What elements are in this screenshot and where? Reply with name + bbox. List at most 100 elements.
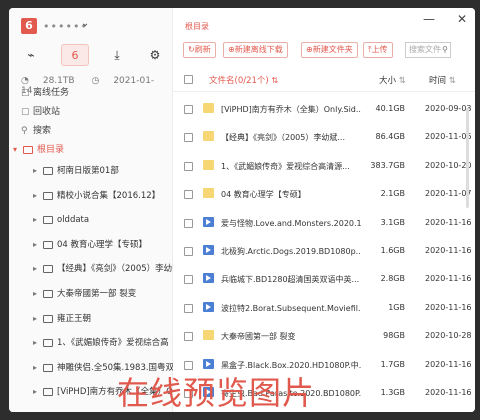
plus-icon: ⊕: [306, 45, 313, 54]
search-icon[interactable]: ⚲: [442, 43, 448, 57]
chevron-right-icon[interactable]: ▸: [33, 208, 37, 233]
folder-icon: [43, 363, 53, 372]
refresh-icon: ↻: [188, 45, 195, 54]
app-logo: 6: [21, 18, 37, 34]
scrollbar[interactable]: [466, 108, 469, 208]
nav-recycle-bin[interactable]: ▢ 回收站: [21, 105, 60, 119]
table-row[interactable]: [ViPHD]南方有乔木（全集）Only.Sid... 40.1GB 2020-09…: [173, 96, 475, 124]
video-file-icon: [203, 301, 214, 312]
folder-icon: [203, 131, 214, 142]
search-input[interactable]: 搜索文件 ⚲: [405, 42, 451, 58]
table-row[interactable]: 【经典】《亮剑》（2005）李幼斌... 86.4GB 2020-11-06: [173, 124, 475, 152]
nav-search[interactable]: ⚲ 搜索: [21, 124, 51, 138]
row-checkbox[interactable]: [184, 105, 193, 114]
row-checkbox[interactable]: [184, 303, 193, 313]
row-checkbox[interactable]: [184, 275, 193, 285]
sidebar-icon-row: ⌁ 6 ⤓ ⚙: [17, 44, 165, 68]
table-row[interactable]: 波拉特2.Borat.Subsequent.Moviefil... 1GB 2020…: [173, 295, 475, 323]
tree-item[interactable]: ▸ 1、《武媚娘传奇》爱视综合高: [9, 331, 173, 356]
chevron-right-icon[interactable]: ▸: [33, 282, 37, 307]
sort-icon[interactable]: ⇅: [399, 76, 406, 86]
row-checkbox[interactable]: [184, 190, 193, 200]
gear-icon[interactable]: ⚙: [141, 44, 169, 66]
new-folder-button[interactable]: ⊕新建文件夹: [301, 42, 358, 58]
header-time[interactable]: 时间 ⇅: [429, 74, 456, 86]
tree-item[interactable]: ▸ olddata: [9, 208, 173, 233]
chevron-right-icon[interactable]: ▸: [33, 159, 37, 184]
tree-root[interactable]: ▾ 根目录: [9, 142, 173, 158]
tree-item[interactable]: ▸ 04 教育心理学【专硕】: [9, 233, 173, 258]
table-row[interactable]: 04 教育心理学【专硕】 2.1GB 2020-11-07: [173, 181, 475, 209]
table-row[interactable]: 北极狗.Arctic.Dogs.2019.BD1080p.... 1.6GB 202…: [173, 238, 475, 266]
close-icon[interactable]: ✕: [457, 12, 467, 26]
tree-item[interactable]: ▸ 精校小说合集【2016.12】: [9, 184, 173, 209]
folder-icon: [43, 216, 53, 225]
search-icon: ⚲: [21, 126, 28, 136]
breadcrumb[interactable]: 根目录: [185, 21, 209, 32]
chevron-down-icon[interactable]: ▾: [13, 142, 17, 158]
files-tab-button[interactable]: 6: [61, 44, 89, 66]
table-row[interactable]: 大秦帝國第一部 裂变 98GB 2020-10-28: [173, 323, 475, 351]
folder-icon: [203, 159, 214, 170]
chevron-right-icon[interactable]: ▸: [33, 257, 37, 282]
rss-icon[interactable]: ⌁: [17, 44, 45, 66]
chevron-right-icon[interactable]: ▸: [33, 331, 37, 356]
select-all-checkbox[interactable]: [184, 75, 193, 84]
refresh-button[interactable]: ↻刷新: [183, 42, 216, 58]
download-icon[interactable]: ⤓: [103, 44, 131, 66]
video-file-icon: [203, 244, 214, 255]
table-row[interactable]: 爱与怪物.Love.and.Monsters.2020.1... 3.1GB 202…: [173, 210, 475, 238]
row-checkbox[interactable]: [184, 246, 193, 256]
tree-item[interactable]: ▸ 【经典】《亮剑》（2005）李幼: [9, 257, 173, 282]
video-file-icon: [203, 273, 214, 284]
sort-icon[interactable]: ⇅: [271, 76, 278, 85]
row-checkbox[interactable]: [184, 332, 193, 342]
upload-button[interactable]: ⤒上传: [363, 42, 393, 58]
main-panel: 根目录 — ✕ ↻刷新 ⊕新建离线下载 ⊕新建文件夹 ⤒上传 搜索文件 ⚲ 文件…: [173, 8, 475, 412]
folder-icon: [43, 240, 53, 249]
folder-icon: [43, 289, 53, 298]
chevron-right-icon[interactable]: ▸: [33, 356, 37, 381]
folder-icon: [43, 388, 53, 397]
header-size[interactable]: 大小 ⇅: [379, 74, 406, 86]
file-list: [ViPHD]南方有乔木（全集）Only.Sid... 40.1GB 2020-09…: [173, 96, 475, 408]
chevron-right-icon[interactable]: ▸: [33, 380, 37, 405]
chevron-right-icon[interactable]: ▸: [33, 233, 37, 258]
tree-item[interactable]: ▸ 雍正王朝: [9, 307, 173, 332]
folder-icon: [43, 167, 53, 175]
tree-item[interactable]: ▸ 大秦帝國第一部 裂变: [9, 282, 173, 307]
header-name[interactable]: 文件名(0/21个) ⇅: [209, 74, 278, 86]
folder-icon: [43, 314, 53, 323]
chevron-right-icon[interactable]: ▸: [33, 184, 37, 209]
task-icon: □: [21, 88, 30, 98]
video-file-icon: [203, 216, 214, 227]
preview-caption: 在线预览图片: [117, 374, 316, 412]
row-checkbox[interactable]: [184, 133, 193, 143]
row-checkbox[interactable]: [184, 218, 193, 228]
table-row[interactable]: 兵临城下.BD1280超清国英双语中英... 2.8GB 2020-11-16: [173, 266, 475, 294]
sort-icon[interactable]: ⇅: [449, 76, 456, 86]
chevron-right-icon[interactable]: ▸: [33, 307, 37, 332]
clock-icon: ◷: [91, 76, 100, 86]
tree-item[interactable]: ▸ 柯南日版第01部: [9, 159, 173, 184]
folder-icon: [203, 330, 214, 341]
app-window: 6 •••••• ⌄ ⌁ 6 ⤓ ⚙ ◔ 28.1TB ◷ 2021-01-14 □…: [9, 8, 475, 412]
folder-icon: [203, 103, 214, 113]
folder-icon: [43, 191, 53, 200]
trash-icon: ▢: [21, 107, 30, 117]
table-row[interactable]: 1、《武媚娘传奇》爱视综合高清源... 383.7GB 2020-10-20: [173, 153, 475, 181]
nav-offline-tasks[interactable]: □ 离线任务: [21, 86, 69, 100]
chevron-down-icon[interactable]: ⌄: [81, 18, 89, 29]
folder-icon: [43, 339, 53, 348]
new-offline-download-button[interactable]: ⊕新建离线下载: [223, 42, 288, 58]
storage-icon: ◔: [21, 76, 29, 86]
app-frame: 6 •••••• ⌄ ⌁ 6 ⤓ ⚙ ◔ 28.1TB ◷ 2021-01-14 □…: [0, 0, 480, 420]
plus-icon: ⊕: [228, 45, 235, 54]
storage-size: 28.1TB: [42, 76, 75, 86]
folder-icon: [23, 146, 33, 154]
row-checkbox[interactable]: [184, 161, 193, 171]
minimize-icon[interactable]: —: [423, 12, 435, 26]
sidebar: 6 •••••• ⌄ ⌁ 6 ⤓ ⚙ ◔ 28.1TB ◷ 2021-01-14 □…: [9, 8, 173, 412]
folder-icon: [43, 265, 53, 274]
folder-icon: [203, 188, 214, 199]
